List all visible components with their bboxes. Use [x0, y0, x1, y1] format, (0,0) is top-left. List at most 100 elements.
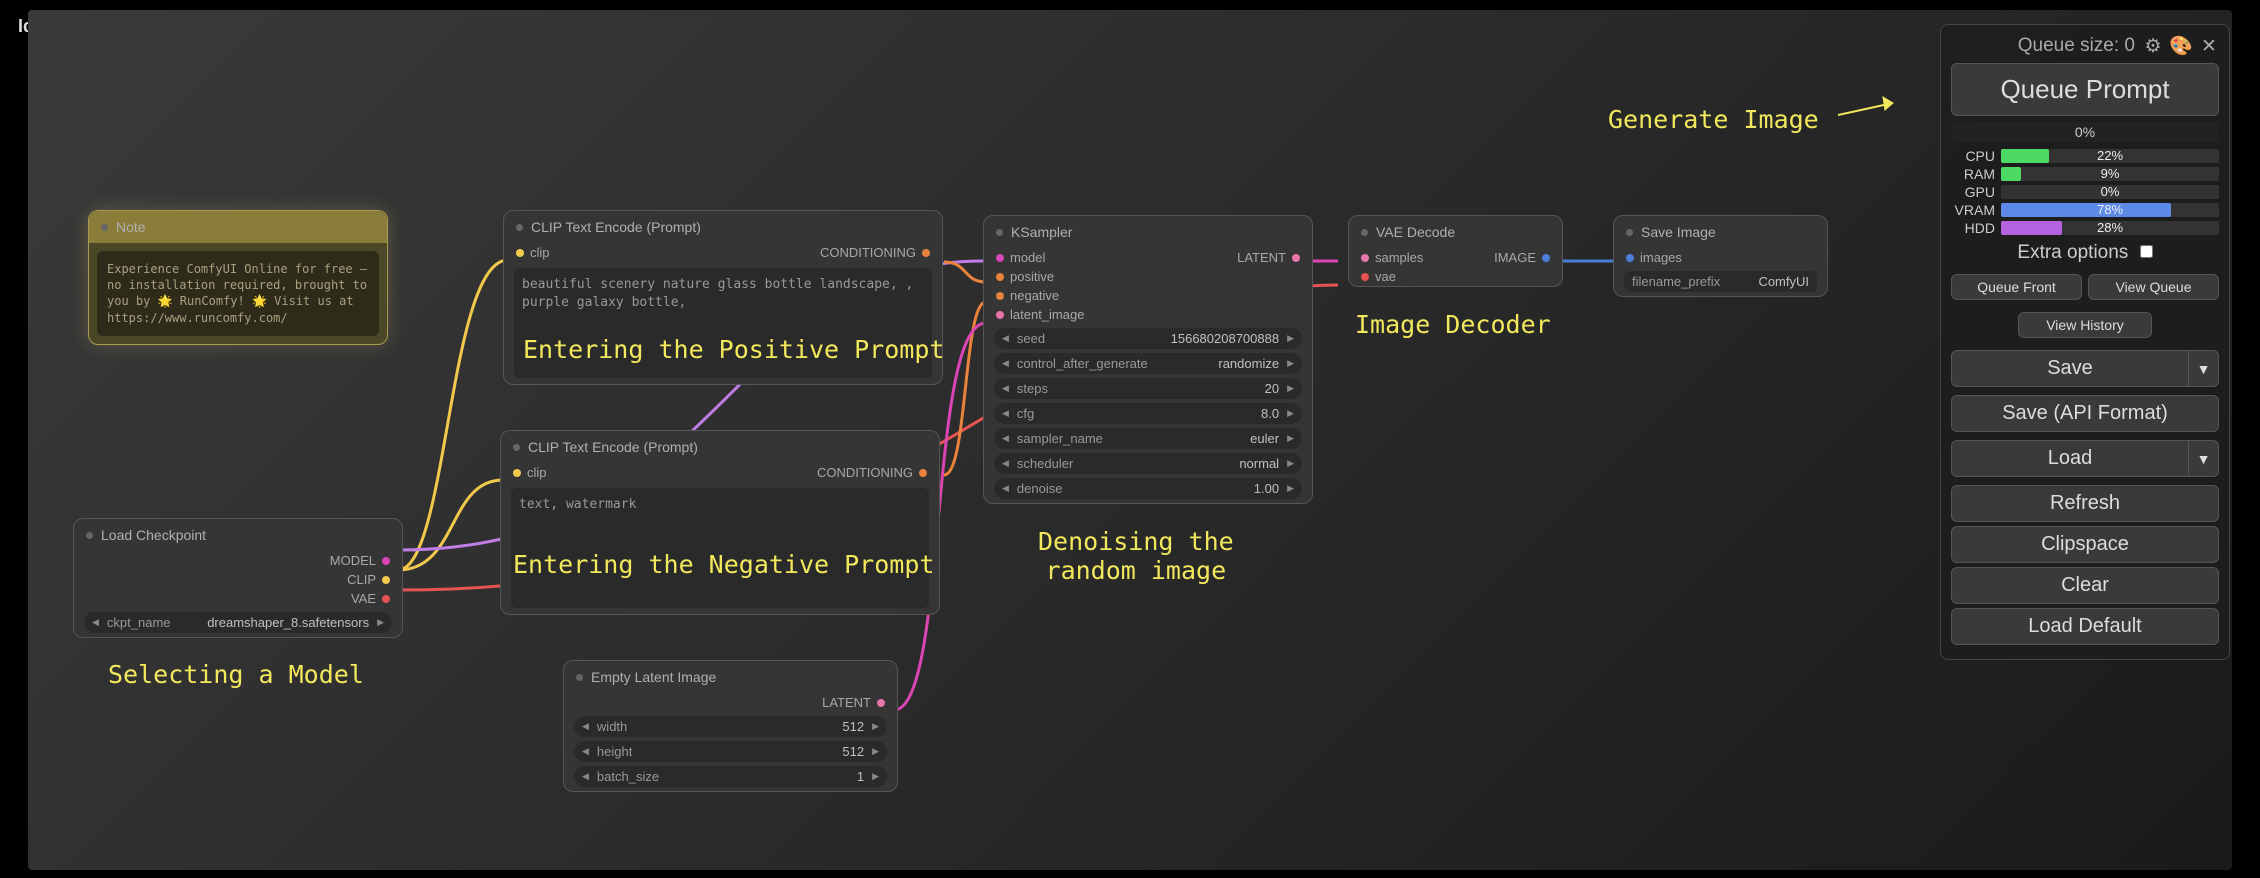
- port-dot-icon: [382, 595, 390, 603]
- stat-hdd: HDD28%: [1951, 220, 2219, 236]
- ksampler-node[interactable]: KSampler model LATENT positive negative …: [983, 215, 1313, 504]
- load-checkpoint-node[interactable]: Load Checkpoint MODEL CLIP VAE ckpt_name…: [73, 518, 403, 638]
- output-clip[interactable]: CLIP: [74, 570, 402, 589]
- load-default-button[interactable]: Load Default: [1951, 608, 2219, 645]
- filename-prefix-widget[interactable]: filename_prefixComfyUI: [1624, 271, 1817, 292]
- header-dot-icon: [1361, 229, 1368, 236]
- control-panel: Queue size: 0 ⚙ 🎨 ✕ Queue Prompt 0% CPU2…: [1940, 24, 2230, 660]
- load-checkpoint-title: Load Checkpoint: [101, 527, 206, 543]
- port-dot-icon: [996, 254, 1004, 262]
- ksampler-latent-port[interactable]: latent_image: [984, 305, 1312, 324]
- stat-gpu: GPU0%: [1951, 184, 2219, 200]
- gear-icon[interactable]: ⚙: [2143, 36, 2163, 56]
- empty-latent-title: Empty Latent Image: [591, 669, 716, 685]
- save-image-header[interactable]: Save Image: [1614, 216, 1827, 248]
- ksampler-model-port[interactable]: model LATENT: [984, 248, 1312, 267]
- vae-decode-title: VAE Decode: [1376, 224, 1455, 240]
- clear-button[interactable]: Clear: [1951, 567, 2219, 604]
- load-button[interactable]: Load: [1951, 440, 2189, 477]
- port-dot-icon: [996, 311, 1004, 319]
- ksampler-positive-port[interactable]: positive: [984, 267, 1312, 286]
- save-api-button[interactable]: Save (API Format): [1951, 395, 2219, 432]
- output-vae[interactable]: VAE: [74, 589, 402, 608]
- output-model[interactable]: MODEL: [74, 551, 402, 570]
- port-dot-icon: [382, 557, 390, 565]
- vae-samples-port[interactable]: samples IMAGE: [1349, 248, 1562, 267]
- empty-latent-node[interactable]: Empty Latent Image LATENT width512 heigh…: [563, 660, 898, 792]
- vae-decode-header[interactable]: VAE Decode: [1349, 216, 1562, 248]
- port-dot-icon: [1626, 254, 1634, 262]
- queue-prompt-button[interactable]: Queue Prompt: [1951, 63, 2219, 116]
- steps-widget[interactable]: steps20: [994, 378, 1302, 399]
- negative-prompt-textbox[interactable]: text, watermark: [511, 488, 929, 608]
- close-icon[interactable]: ✕: [2199, 36, 2219, 56]
- save-dropdown-button[interactable]: ▼: [2189, 350, 2219, 387]
- view-history-button[interactable]: View History: [2018, 312, 2152, 338]
- ksampler-negative-port[interactable]: negative: [984, 286, 1312, 305]
- empty-latent-header[interactable]: Empty Latent Image: [564, 661, 897, 693]
- port-dot-icon[interactable]: [513, 469, 521, 477]
- stat-cpu: CPU22%: [1951, 148, 2219, 164]
- queue-size-label: Queue size: 0: [2018, 35, 2135, 57]
- empty-latent-output[interactable]: LATENT: [564, 693, 897, 712]
- extra-options-checkbox[interactable]: [2140, 245, 2153, 258]
- load-checkpoint-header[interactable]: Load Checkpoint: [74, 519, 402, 551]
- view-queue-button[interactable]: View Queue: [2088, 274, 2219, 300]
- vae-vae-port[interactable]: vae: [1349, 267, 1562, 286]
- clip-encode-neg-node[interactable]: CLIP Text Encode (Prompt) clip CONDITION…: [500, 430, 940, 615]
- port-dot-icon: [996, 273, 1004, 281]
- annotation-decoder: Image Decoder: [1355, 310, 1551, 339]
- save-image-title: Save Image: [1641, 224, 1716, 240]
- port-dot-icon[interactable]: [922, 249, 930, 257]
- port-dot-icon: [877, 699, 885, 707]
- ksampler-header[interactable]: KSampler: [984, 216, 1312, 248]
- note-node[interactable]: Note Experience ComfyUI Online for free …: [88, 210, 388, 345]
- batch-size-widget[interactable]: batch_size1: [574, 766, 887, 787]
- port-dot-icon: [382, 576, 390, 584]
- clipspace-button[interactable]: Clipspace: [1951, 526, 2219, 563]
- port-dot-icon: [1361, 273, 1369, 281]
- scheduler-widget[interactable]: schedulernormal: [994, 453, 1302, 474]
- note-title: Note: [116, 219, 146, 235]
- save-images-port[interactable]: images: [1614, 248, 1827, 267]
- note-header[interactable]: Note: [89, 211, 387, 243]
- save-image-node[interactable]: Save Image images filename_prefixComfyUI: [1613, 215, 1828, 297]
- panel-top-row: Queue size: 0 ⚙ 🎨 ✕: [1951, 35, 2219, 57]
- node-canvas[interactable]: Note Experience ComfyUI Online for free …: [28, 10, 2232, 870]
- port-dot-icon[interactable]: [919, 469, 927, 477]
- clip-encode-neg-header[interactable]: CLIP Text Encode (Prompt): [501, 431, 939, 463]
- port-dot-icon[interactable]: [516, 249, 524, 257]
- annotation-denoising: Denoising the random image: [1038, 527, 1234, 585]
- ksampler-title: KSampler: [1011, 224, 1072, 240]
- height-widget[interactable]: height512: [574, 741, 887, 762]
- clip-encode-pos-header[interactable]: CLIP Text Encode (Prompt): [504, 211, 942, 243]
- arrow-icon: [1838, 90, 1908, 130]
- annotation-neg-prompt: Entering the Negative Prompt: [513, 550, 934, 579]
- header-dot-icon: [576, 674, 583, 681]
- clip-neg-ports: clip CONDITIONING: [501, 463, 939, 482]
- progress-bar: 0%: [1951, 122, 2219, 142]
- width-widget[interactable]: width512: [574, 716, 887, 737]
- annotation-generate: Generate Image: [1608, 105, 1819, 134]
- palette-icon[interactable]: 🎨: [2171, 36, 2191, 56]
- refresh-button[interactable]: Refresh: [1951, 485, 2219, 522]
- clip-pos-ports: clip CONDITIONING: [504, 243, 942, 262]
- clip-encode-neg-title: CLIP Text Encode (Prompt): [528, 439, 698, 455]
- control-after-generate-widget[interactable]: control_after_generaterandomize: [994, 353, 1302, 374]
- header-dot-icon: [996, 229, 1003, 236]
- header-dot-icon: [86, 532, 93, 539]
- queue-front-button[interactable]: Queue Front: [1951, 274, 2082, 300]
- annotation-pos-prompt: Entering the Positive Prompt: [523, 335, 944, 364]
- save-button[interactable]: Save: [1951, 350, 2189, 387]
- seed-widget[interactable]: seed156680208700888: [994, 328, 1302, 349]
- port-dot-icon: [1361, 254, 1369, 262]
- load-dropdown-button[interactable]: ▼: [2189, 440, 2219, 477]
- header-dot-icon: [513, 444, 520, 451]
- cfg-widget[interactable]: cfg8.0: [994, 403, 1302, 424]
- vae-decode-node[interactable]: VAE Decode samples IMAGE vae: [1348, 215, 1563, 287]
- note-body[interactable]: Experience ComfyUI Online for free — no …: [97, 251, 379, 336]
- header-dot-icon: [101, 224, 108, 231]
- sampler-name-widget[interactable]: sampler_nameeuler: [994, 428, 1302, 449]
- ckpt-name-widget[interactable]: ckpt_name dreamshaper_8.safetensors: [84, 612, 392, 633]
- denoise-widget[interactable]: denoise1.00: [994, 478, 1302, 499]
